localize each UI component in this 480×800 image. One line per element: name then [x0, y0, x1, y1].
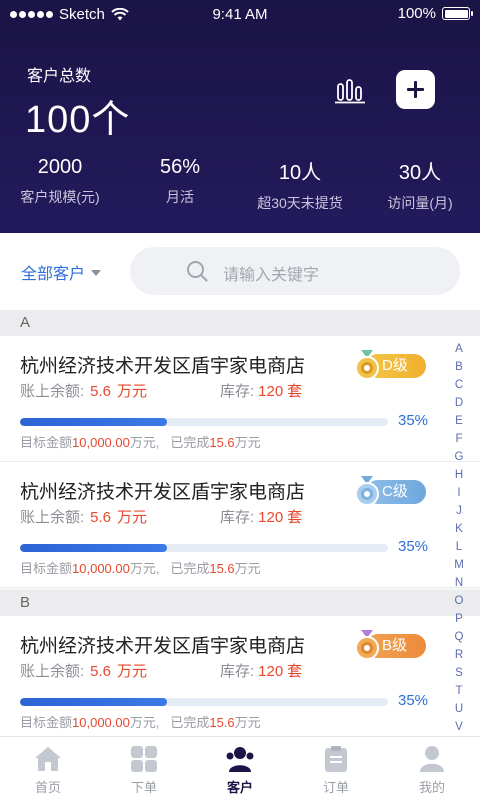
- balance-value: 5.6: [90, 663, 112, 680]
- stat-visits: 30人 访问量(月): [387, 162, 453, 211]
- grid-icon: [131, 746, 157, 772]
- index-letter[interactable]: M: [452, 556, 466, 574]
- add-customer-button[interactable]: [396, 70, 435, 109]
- stat-monthly-active: 56% 月活: [159, 156, 201, 205]
- progress-bar: [20, 418, 388, 426]
- index-letter[interactable]: S: [452, 664, 466, 682]
- stats-row: 2000 客户规模(元) 56% 月活 10人 超30天未提货 30人 访问量(…: [0, 156, 480, 213]
- progress-bar: [20, 698, 388, 706]
- index-letter[interactable]: A: [452, 340, 466, 358]
- customer-card[interactable]: 杭州经济技术开发区盾宇家电商店 D级 账上余额: 5.6 万元 库存: 120 套 35…: [0, 336, 480, 462]
- progress-percent: 35%: [398, 412, 429, 429]
- customer-filter-dropdown[interactable]: 全部客户: [21, 260, 102, 284]
- index-letter[interactable]: B: [452, 358, 466, 376]
- stock-value: 120: [258, 383, 284, 400]
- balance-value: 5.6: [90, 509, 112, 526]
- index-letter[interactable]: H: [452, 466, 466, 484]
- target-line: 目标金额10,000.00万元, 已完成15.6万元: [20, 561, 261, 576]
- index-letter[interactable]: J: [452, 502, 466, 520]
- person-icon: [420, 746, 444, 772]
- stock-value: 120: [258, 509, 284, 526]
- tab-mine[interactable]: 我的: [384, 737, 480, 800]
- tab-orders[interactable]: 订单: [288, 737, 384, 800]
- header: Sketch 9:41 AM 100% 客户总数 100个 2000 客户规模(…: [0, 0, 480, 233]
- balance-value: 5.6: [90, 383, 112, 400]
- search-input[interactable]: 请输入关键字: [130, 247, 460, 295]
- total-label: 客户总数: [27, 68, 92, 85]
- index-letter[interactable]: T: [452, 682, 466, 700]
- users-icon: [226, 747, 254, 772]
- customer-name: 杭州经济技术开发区盾宇家电商店: [20, 636, 306, 657]
- total-value: 100个: [25, 99, 131, 141]
- index-letter[interactable]: C: [452, 376, 466, 394]
- index-letter[interactable]: I: [452, 484, 466, 502]
- medal-icon: [355, 630, 379, 660]
- index-letter[interactable]: P: [452, 610, 466, 628]
- tab-customers[interactable]: 客户: [192, 737, 288, 800]
- medal-icon: [355, 350, 379, 380]
- index-letter[interactable]: K: [452, 520, 466, 538]
- stock-value: 120: [258, 663, 284, 680]
- index-letter[interactable]: O: [452, 592, 466, 610]
- index-letter[interactable]: Q: [452, 628, 466, 646]
- status-bar: Sketch 9:41 AM 100%: [0, 0, 480, 30]
- index-letter[interactable]: V: [452, 718, 466, 736]
- tab-bar: 首页 下单 客户 订单 我的: [0, 736, 480, 800]
- filter-bar: 全部客户 请输入关键字: [0, 233, 480, 310]
- alphabet-index[interactable]: A B C D E F G H I J K L M N O P Q R S T …: [452, 340, 466, 736]
- target-line: 目标金额10,000.00万元, 已完成15.6万元: [20, 715, 261, 730]
- search-icon: [187, 261, 208, 282]
- search-placeholder: 请输入关键字: [223, 267, 320, 284]
- index-letter[interactable]: D: [452, 394, 466, 412]
- home-icon: [35, 747, 61, 771]
- progress-bar: [20, 544, 388, 552]
- chevron-down-icon: [91, 270, 102, 276]
- index-letter[interactable]: G: [452, 448, 466, 466]
- stat-scale: 2000 客户规模(元): [20, 156, 100, 205]
- customer-card[interactable]: 杭州经济技术开发区盾宇家电商店 B级 账上余额: 5.6 万元 库存: 120 套 35…: [0, 616, 480, 742]
- clipboard-icon: [325, 746, 347, 772]
- medal-icon: [355, 476, 379, 506]
- index-letter[interactable]: U: [452, 700, 466, 718]
- index-letter[interactable]: N: [452, 574, 466, 592]
- tab-home[interactable]: 首页: [0, 737, 96, 800]
- progress-percent: 35%: [398, 692, 429, 709]
- progress-percent: 35%: [398, 538, 429, 555]
- index-letter[interactable]: E: [452, 412, 466, 430]
- customer-name: 杭州经济技术开发区盾宇家电商店: [20, 482, 306, 503]
- index-letter[interactable]: L: [452, 538, 466, 556]
- section-header-b: B: [0, 590, 480, 616]
- index-letter[interactable]: R: [452, 646, 466, 664]
- index-letter[interactable]: F: [452, 430, 466, 448]
- battery-icon: [442, 7, 473, 20]
- chart-icon[interactable]: [334, 78, 366, 104]
- stat-no-pickup: 10人 超30天未提货: [257, 162, 343, 211]
- customer-card[interactable]: 杭州经济技术开发区盾宇家电商店 C级 账上余额: 5.6 万元 库存: 120 套 35…: [0, 462, 480, 588]
- section-header-a: A: [0, 310, 480, 336]
- customer-name: 杭州经济技术开发区盾宇家电商店: [20, 356, 306, 377]
- battery-percent: 100%: [397, 5, 436, 22]
- tab-order-place[interactable]: 下单: [96, 737, 192, 800]
- target-line: 目标金额10,000.00万元, 已完成15.6万元: [20, 435, 261, 450]
